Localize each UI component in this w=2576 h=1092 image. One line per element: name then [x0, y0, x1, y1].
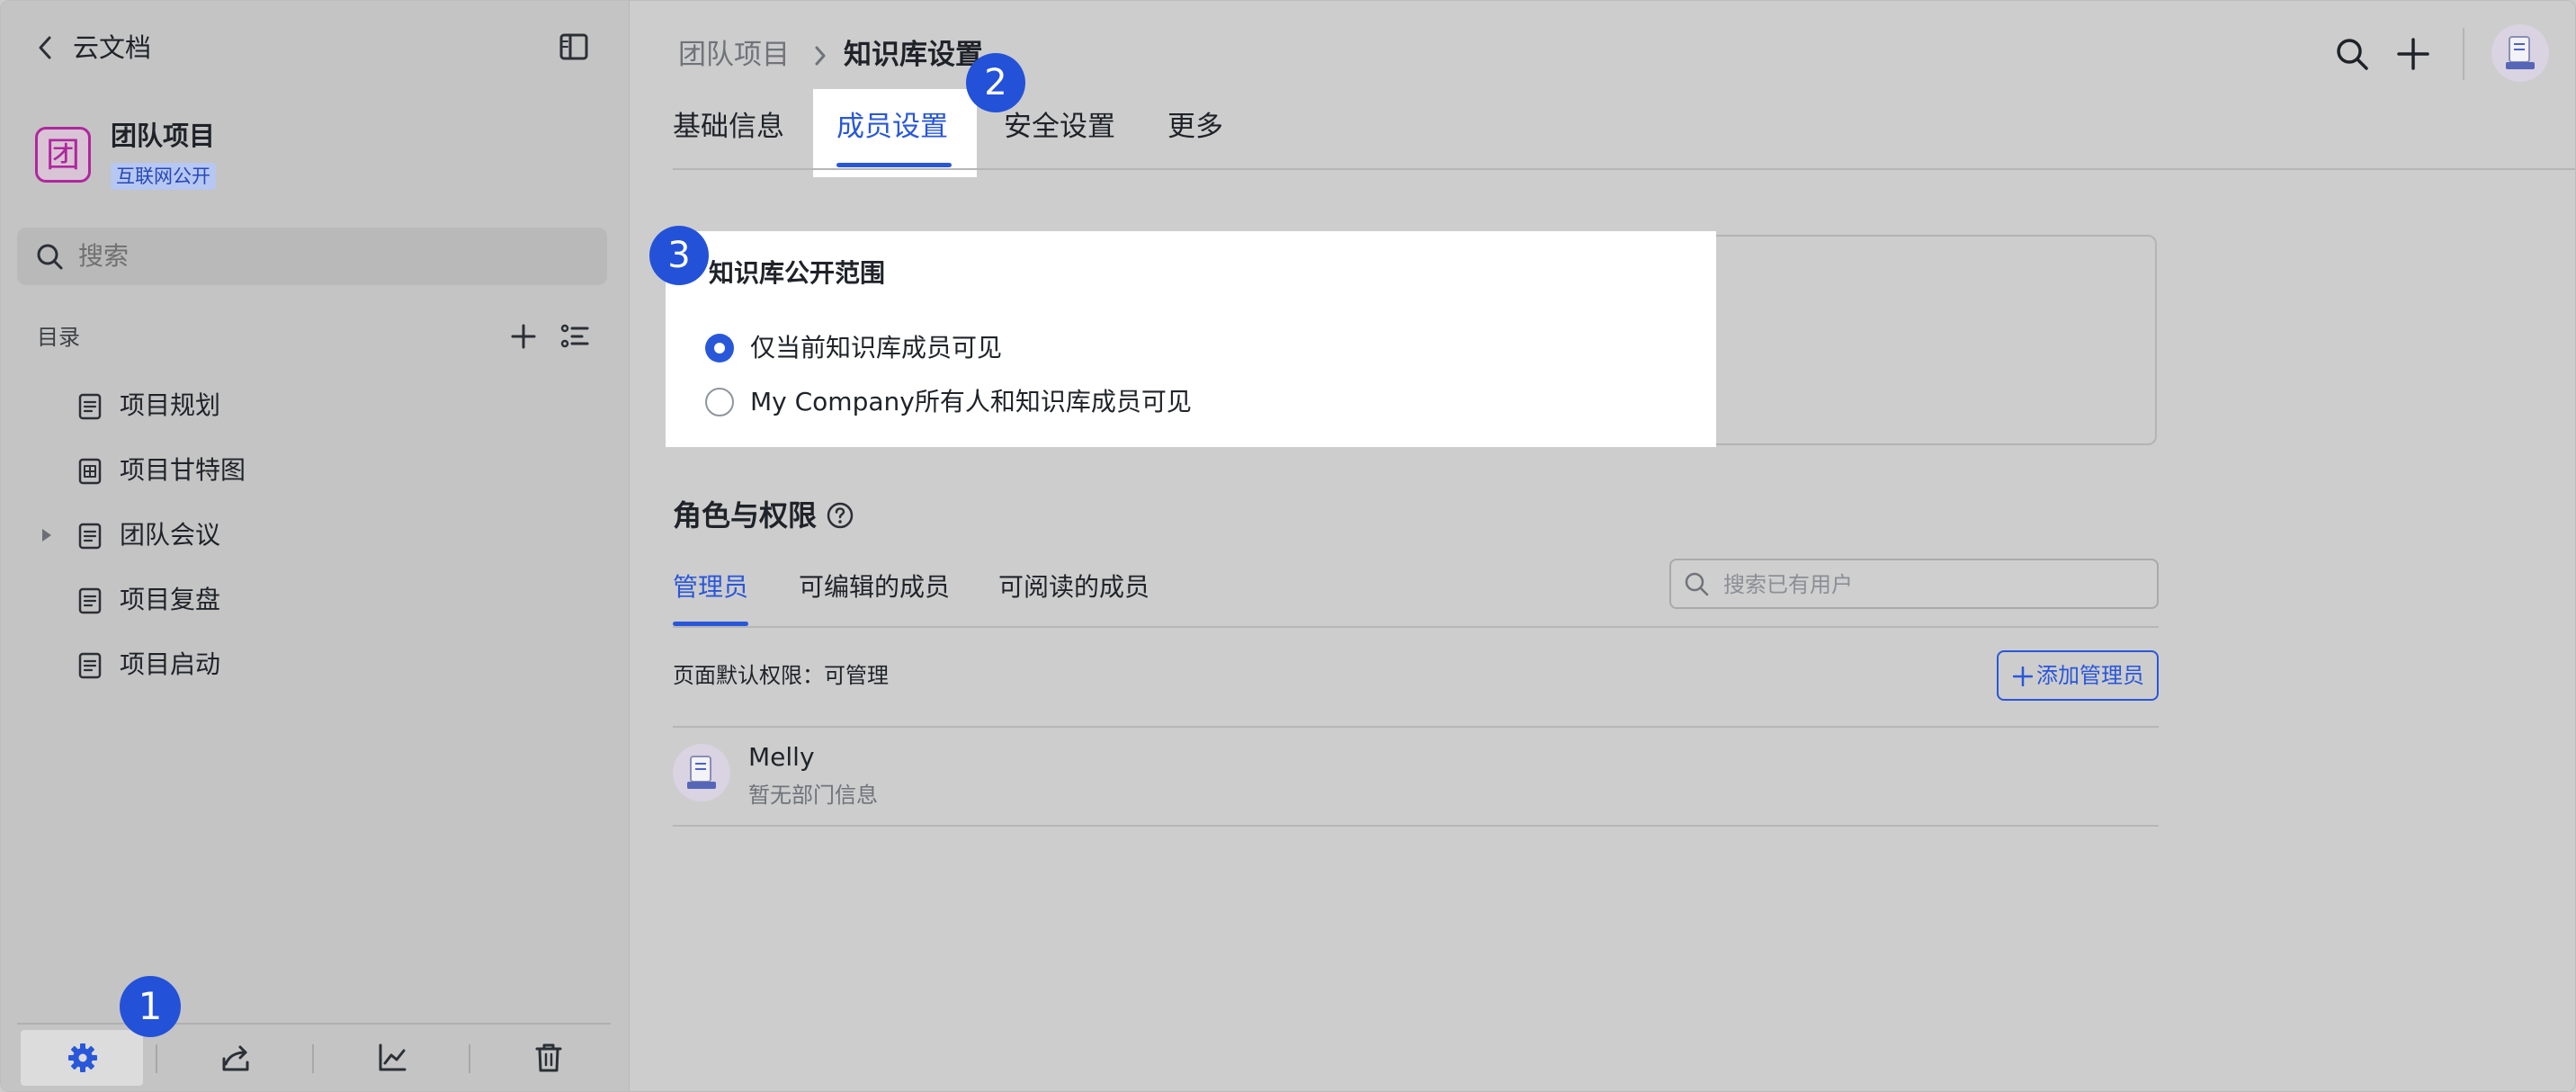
space-avatar-char: 团: [45, 135, 80, 175]
doc-icon: [78, 523, 102, 550]
trash-icon[interactable]: [535, 1043, 562, 1073]
expand-arrow-icon[interactable]: [40, 528, 53, 542]
tree-item[interactable]: 团队会议: [19, 510, 609, 560]
tree-item-label: 项目复盘: [120, 585, 221, 614]
back-label: 云文档: [73, 32, 152, 63]
tabs-divider: [673, 168, 2575, 170]
main-panel: 团队项目 知识库设置 基础信息 成员设置 安全设置 更多 2 知识库公开范围 仅…: [630, 1, 2575, 1091]
role-tab-editors[interactable]: 可编辑的成员: [799, 568, 950, 607]
radio-dot: [714, 343, 725, 354]
sidebar-footer-divider: [17, 1023, 611, 1025]
tree-item[interactable]: 项目复盘: [19, 575, 609, 625]
search-icon: [37, 244, 63, 270]
chevron-right-icon: [815, 46, 826, 66]
tree-item[interactable]: 项目启动: [19, 640, 609, 690]
sidebar: 云文档 团 团队项目 互联网公开 搜索 目录 项目规划 项目甘特图 团队会议 项…: [1, 1, 630, 1091]
settings-button[interactable]: [21, 1030, 143, 1086]
role-tab-label: 可阅读的成员: [998, 572, 1150, 602]
sidebar-search[interactable]: 搜索: [17, 228, 607, 285]
add-admin-button[interactable]: 添加管理员: [1997, 650, 2159, 701]
chevron-left-icon: [39, 36, 51, 59]
back-button[interactable]: 云文档: [28, 28, 172, 67]
breadcrumb-parent[interactable]: 团队项目: [678, 35, 790, 75]
search-icon: [1685, 572, 1709, 596]
space-badge: 互联网公开: [111, 163, 216, 190]
callout-number: 3: [667, 235, 691, 276]
tree-item[interactable]: 项目规划: [19, 380, 609, 431]
roles-title: 角色与权限: [673, 498, 818, 533]
callout-badge: 2: [966, 53, 1025, 112]
footer-separator: [156, 1044, 157, 1073]
tab-label: 安全设置: [1004, 111, 1115, 143]
plus-icon: [2013, 667, 2033, 686]
tab-active-indicator: [836, 163, 952, 167]
tree-item[interactable]: 项目甘特图: [19, 445, 609, 496]
user-search-placeholder: 搜索已有用户: [1723, 572, 1853, 597]
catalog-label: 目录: [37, 325, 80, 350]
gear-icon: [68, 1043, 97, 1072]
callout-badge: 1: [120, 976, 181, 1037]
share-icon[interactable]: [220, 1043, 251, 1073]
callout-number: 1: [138, 984, 163, 1028]
visibility-option-label: My Company所有人和知识库成员可见: [750, 387, 1192, 416]
visibility-option-label: 仅当前知识库成员可见: [750, 333, 1003, 363]
default-permission-text: 页面默认权限：可管理: [673, 663, 889, 688]
list-divider: [673, 726, 2159, 728]
tab-label: 基础信息: [673, 111, 784, 143]
tree-item-label: 项目规划: [120, 390, 221, 420]
user-avatar[interactable]: [2491, 24, 2549, 82]
app-window: 云文档 团 团队项目 互联网公开 搜索 目录 项目规划 项目甘特图 团队会议 项…: [0, 0, 2576, 1092]
help-icon[interactable]: [826, 501, 854, 530]
list-divider: [673, 825, 2159, 827]
callout-number: 2: [984, 62, 1007, 103]
tab-security-settings[interactable]: 安全设置: [1004, 103, 1115, 150]
visibility-highlight: 知识库公开范围 仅当前知识库成员可见 My Company所有人和知识库成员可见: [666, 231, 1716, 447]
list-view-icon[interactable]: [560, 323, 589, 350]
add-icon[interactable]: [510, 323, 537, 350]
role-tabs-divider: [673, 626, 2159, 628]
sidebar-toggle-icon[interactable]: [559, 33, 588, 60]
doc-icon: [78, 652, 102, 679]
footer-separator: [312, 1044, 314, 1073]
member-row[interactable]: Melly 暂无部门信息: [673, 735, 2159, 825]
member-dept: 暂无部门信息: [748, 783, 878, 808]
footer-separator: [469, 1044, 470, 1073]
callout-badge: 3: [649, 226, 709, 285]
header-divider: [2463, 28, 2464, 80]
user-search-input[interactable]: 搜索已有用户: [1669, 559, 2159, 609]
role-tab-label: 可编辑的成员: [799, 572, 951, 602]
role-tab-admin[interactable]: 管理员: [673, 568, 748, 607]
space-avatar: 团: [35, 127, 91, 183]
tab-more[interactable]: 更多: [1167, 103, 1223, 150]
tree-item-label: 团队会议: [120, 520, 221, 550]
doc-icon: [78, 393, 102, 420]
tab-label: 更多: [1167, 111, 1223, 143]
doc-icon: [78, 587, 102, 614]
tab-member-settings[interactable]: 成员设置: [836, 103, 948, 150]
visibility-title: 知识库公开范围: [709, 258, 886, 288]
tree-item-label: 项目甘特图: [120, 455, 246, 485]
member-name: Melly: [748, 742, 815, 772]
search-icon[interactable]: [2335, 37, 2369, 71]
space-name: 团队项目: [111, 121, 216, 151]
add-admin-label: 添加管理员: [2036, 663, 2144, 688]
chart-icon[interactable]: [377, 1043, 407, 1073]
role-tab-readers[interactable]: 可阅读的成员: [998, 568, 1149, 607]
member-avatar: [673, 744, 730, 801]
role-tab-label: 管理员: [673, 572, 749, 602]
sidebar-search-placeholder: 搜索: [78, 241, 130, 271]
avatar-illustration-icon: [2506, 36, 2535, 69]
breadcrumb-current: 知识库设置: [844, 39, 983, 71]
radio-checked[interactable]: [705, 334, 734, 363]
radio-unchecked[interactable]: [705, 388, 734, 416]
tree-item-label: 项目启动: [120, 649, 221, 679]
avatar-illustration-icon: [687, 756, 716, 789]
tab-basic-info[interactable]: 基础信息: [673, 103, 784, 150]
table-icon: [78, 458, 102, 485]
tab-label: 成员设置: [836, 111, 948, 143]
plus-icon[interactable]: [2396, 37, 2430, 71]
